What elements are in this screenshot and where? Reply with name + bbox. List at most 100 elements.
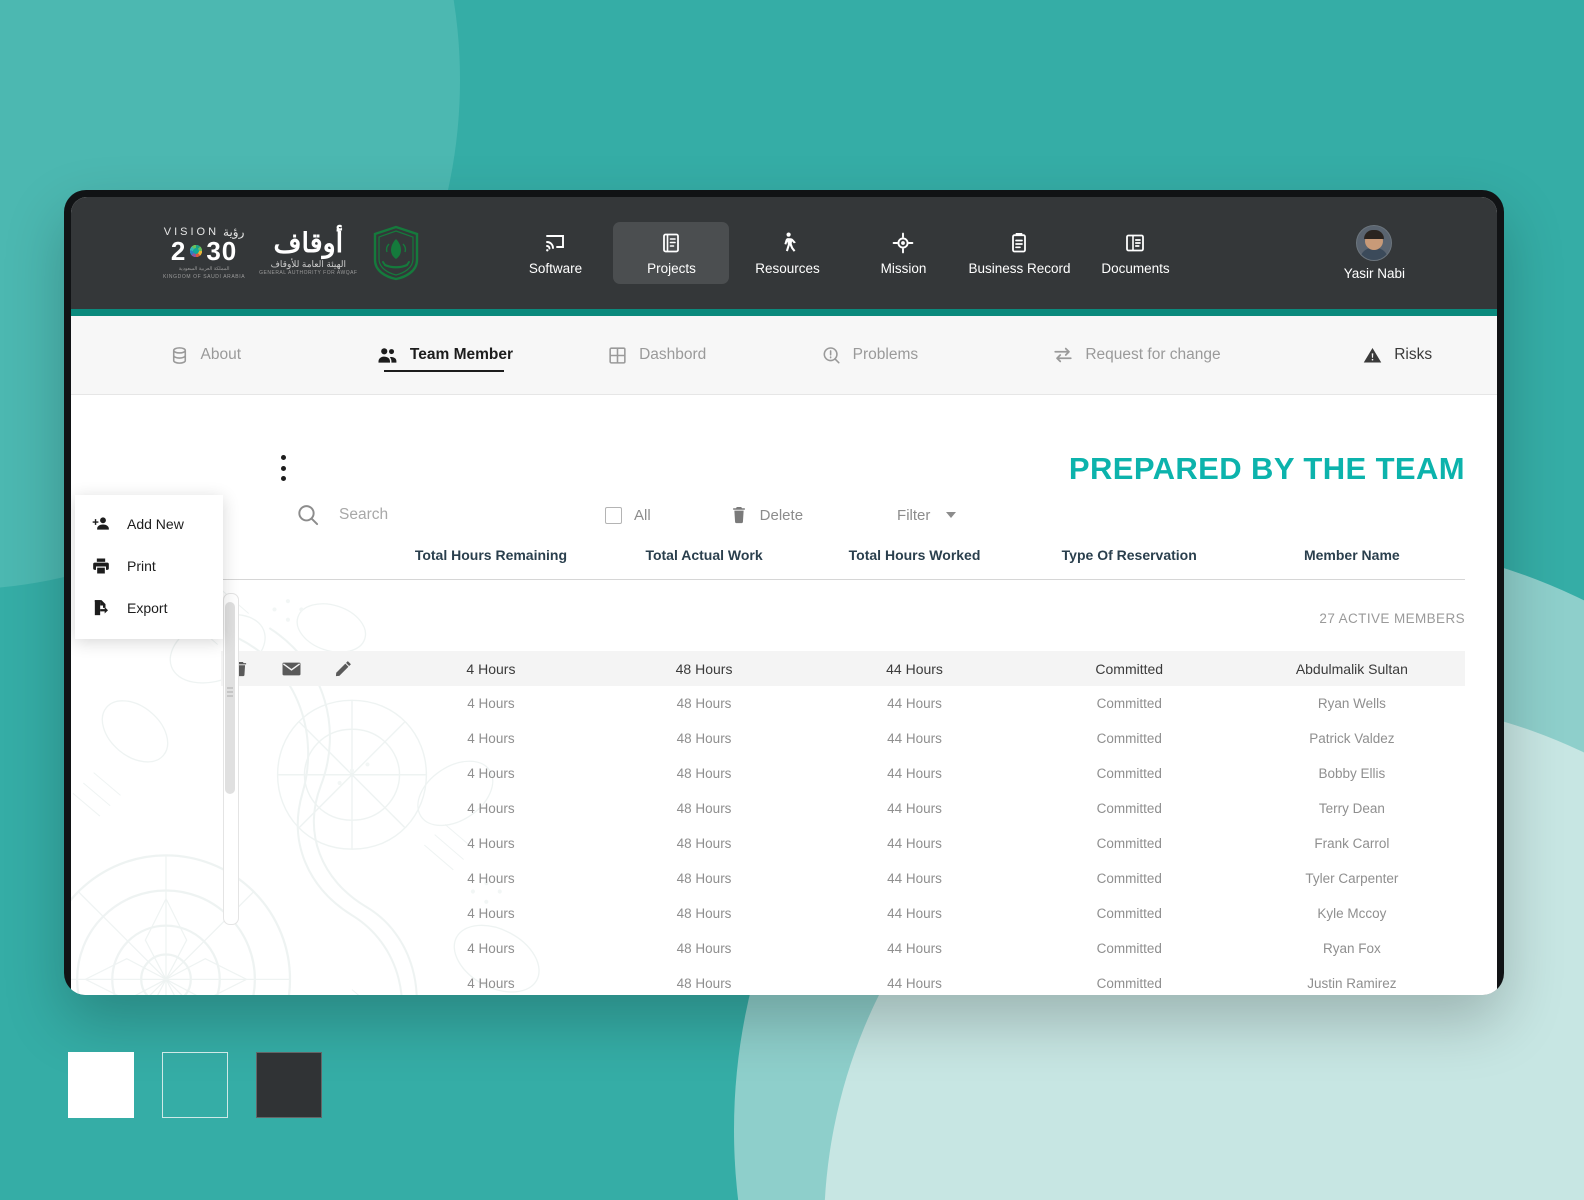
row-actions [221,966,383,995]
swatch-white [68,1052,134,1118]
menu-item-print[interactable]: Print [75,545,223,587]
target-icon [893,232,914,253]
menu-label-add-new: Add New [127,516,184,532]
app-screen: VISION رؤية 2 30 المملكة العربية السعودي… [71,197,1497,995]
nav-item-business-record[interactable]: Business Record [961,222,1077,284]
table-row[interactable]: 4 Hours 48 Hours 44 Hours Committed Ryan Wel… [221,686,1465,721]
tab-problems[interactable]: Problems [763,316,976,394]
tab-risks[interactable]: Risks [1297,316,1497,394]
table-row[interactable]: 4 Hours 48 Hours 44 Hours Committed Justin R… [221,966,1465,995]
awqaf-logo: أوقاف الهيئة العامة للأوقاف GENERAL AUTH… [259,230,357,276]
projects-icon [663,233,680,252]
device-frame: VISION رؤية 2 30 المملكة العربية السعودي… [64,190,1504,995]
tab-request-for-change[interactable]: Request for change [976,316,1298,394]
cell-worked: 44 Hours [887,906,942,921]
table-scrollbar[interactable] [223,593,239,925]
cell-name: Ryan Fox [1322,941,1381,956]
cell-actual: 48 Hours [676,696,732,711]
kebab-dot [280,476,286,481]
table-row[interactable]: 4 Hours 48 Hours 44 Hours Committed Ryan Fox [221,931,1465,966]
nav-label-documents: Documents [1101,260,1170,276]
vision-subtitle-en: KINGDOM OF SAUDI ARABIA [163,274,246,280]
file-export-icon [94,600,108,616]
select-all-label: All [634,506,651,524]
printer-icon [93,558,109,574]
column-header-actions [221,547,384,580]
member-count-row: 27 ACTIVE MEMBERS [221,580,1465,652]
tab-about[interactable]: About [71,316,339,394]
nav-item-documents[interactable]: Documents [1077,222,1193,284]
vision-number-right: 30 [206,236,238,266]
table-row[interactable]: 4 Hours 48 Hours 44 Hours Committed Patrick … [221,721,1465,756]
profile-name: Yasir Nabi [1343,266,1405,281]
delete-label: Delete [759,506,804,524]
column-header-total-actual-work: Total Actual Work [598,547,810,580]
chevron-down-icon [946,512,957,518]
person-add-icon [92,517,109,530]
row-actions [221,756,383,791]
tab-team-member[interactable]: Team Member [339,316,551,394]
nav-item-resources[interactable]: Resources [729,222,845,284]
awqaf-arabic: أوقاف [273,228,344,258]
tab-active-underline [384,369,505,372]
top-nav-items: Software Projects Resources Mission Busi… [497,222,1193,284]
color-swatches [68,1052,322,1118]
saudi-emblem-icon [374,225,419,281]
filter-dropdown[interactable]: Filter [897,506,957,524]
vision-subtitle-ar: المملكة العربية السعودية [178,266,230,272]
cell-type: Committed [1019,651,1239,686]
table-row[interactable]: 4 Hours 48 Hours 44 Hours Committed Kyle Mcc… [221,896,1465,931]
cell-worked: 44 Hours [887,941,942,956]
table-row[interactable]: 4 Hours 48 Hours 44 Hours Committed Frank Ca… [221,826,1465,861]
table-header-row: Total Hours Remaining Total Actual Work … [221,547,1465,580]
select-all-checkbox[interactable]: All [605,506,651,524]
more-options-button[interactable] [275,455,291,481]
search-icon [298,505,319,526]
nav-label-mission: Mission [880,260,927,276]
nav-item-projects[interactable]: Projects [613,222,730,284]
cell-type: Committed [1096,731,1162,746]
nav-item-software[interactable]: Software [497,222,613,284]
row-actions [221,896,383,931]
cell-remaining: 4 Hours [467,836,515,851]
kebab-dot [280,465,286,471]
cell-name: Kyle Mccoy [1317,906,1387,921]
table-row[interactable]: 4 Hours 48 Hours 44 Hours Committed Bobby El… [221,756,1465,791]
scrollbar-thumb[interactable] [225,602,235,794]
profile-menu[interactable]: Yasir Nabi [1344,225,1405,281]
pencil-icon[interactable] [335,660,352,677]
row-actions [221,791,383,826]
vision-2030-logo: VISION رؤية 2 30 المملكة العربية السعودي… [163,226,245,280]
menu-item-add-new[interactable]: Add New [75,503,223,545]
trash-icon [732,507,745,524]
search-input[interactable]: Search [295,502,595,528]
table-row[interactable]: 4 Hours 48 Hours 44 Hours Committed Abdu… [221,651,1465,686]
cell-remaining: 4 Hours [467,696,515,711]
delete-button[interactable]: Delete [731,506,803,524]
nav-label-projects: Projects [647,260,696,276]
nav-item-mission[interactable]: Mission [845,222,961,284]
table-row[interactable]: 4 Hours 48 Hours 44 Hours Committed Terry De… [221,791,1465,826]
brand-logos: VISION رؤية 2 30 المملكة العربية السعودي… [163,225,421,281]
envelope-icon[interactable] [282,662,301,676]
tab-label-problems: Problems [852,346,919,363]
filter-label: Filter [897,506,931,524]
cell-name: Tyler Carpenter [1305,871,1399,886]
nav-label-business-record: Business Record [968,260,1071,276]
vision-number-left: 2 [170,236,187,266]
tab-label-team-member: Team Member [409,346,514,363]
cell-type: Committed [1096,976,1162,991]
table-row[interactable]: 4 Hours 48 Hours 44 Hours Committed Tyler Ca… [221,861,1465,896]
swatch-teal [162,1052,228,1118]
cell-remaining: 4 Hours [467,731,515,746]
scrollbar-grip-icon [227,687,233,689]
menu-item-export[interactable]: Export [75,587,223,629]
tab-dashbord[interactable]: Dashbord [550,316,763,394]
cell-actual: 48 Hours [676,871,732,886]
cell-actual: 48 Hours [676,941,732,956]
column-header-type-of-reservation: Type Of Reservation [1019,547,1239,580]
cell-type: Committed [1096,766,1162,781]
cell-type: Committed [1096,696,1162,711]
avatar [1356,225,1393,261]
cell-worked: 44 Hours [887,801,942,816]
